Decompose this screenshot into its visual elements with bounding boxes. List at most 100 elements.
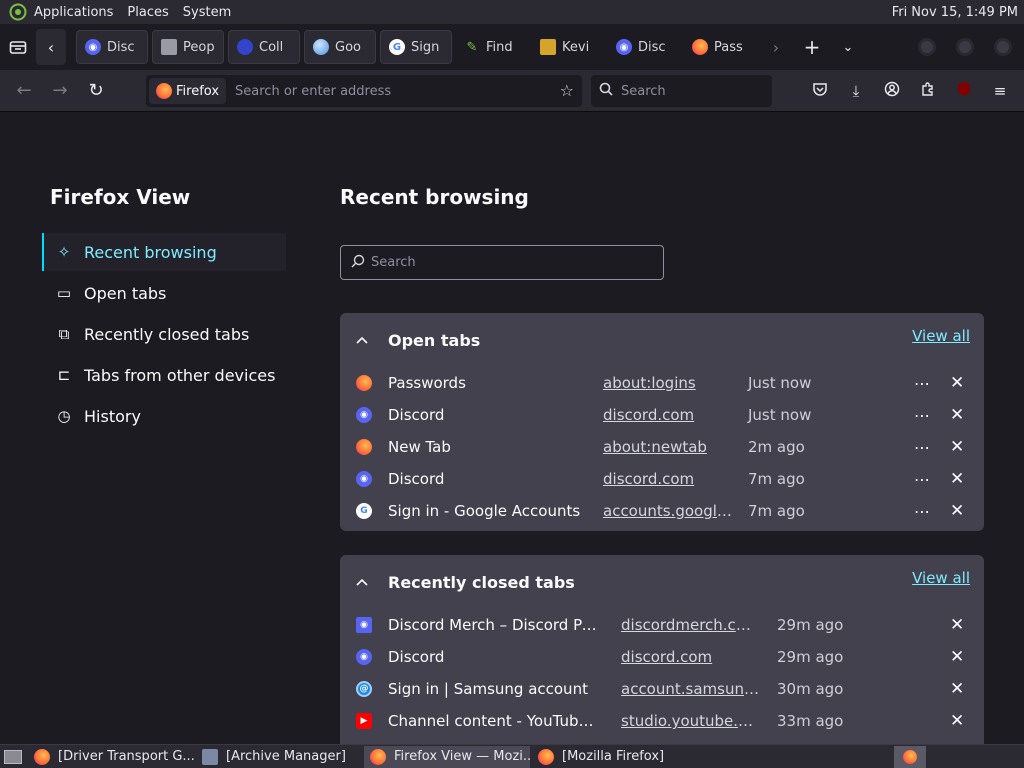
ublock-origin-button[interactable]	[946, 75, 982, 107]
forward-button[interactable]: →	[42, 75, 78, 107]
collapse-chevron-icon[interactable]	[356, 575, 372, 590]
close-icon[interactable]: ✕	[950, 615, 964, 635]
close-icon[interactable]: ✕	[950, 647, 964, 667]
row-url-link[interactable]: accounts.google.com	[603, 502, 735, 520]
more-options-icon[interactable]: ⋯	[914, 470, 931, 489]
close-icon[interactable]: ✕	[950, 373, 964, 393]
tab-row[interactable]: ◉ Discord discord.com Just now ⋯ ✕	[340, 399, 984, 431]
downloads-button[interactable]: ⤓	[838, 75, 874, 107]
pocket-button[interactable]	[802, 75, 838, 107]
bookmark-star-icon[interactable]: ☆	[560, 81, 574, 100]
google-icon: G	[356, 503, 372, 519]
close-icon[interactable]: ✕	[950, 679, 964, 699]
scroll-tabs-right-button[interactable]: ›	[758, 29, 794, 65]
app-menu-button[interactable]: ≡	[982, 75, 1018, 107]
taskbar-window-button[interactable]: [Mozilla Firefox]	[532, 746, 698, 768]
taskbar-window-button[interactable]: Firefox View — Mozi...	[364, 745, 530, 768]
maximize-window-button[interactable]	[956, 38, 974, 56]
system-menu[interactable]: System	[183, 5, 231, 20]
row-url-link[interactable]: account.samsung.com	[621, 680, 759, 698]
reload-button[interactable]: ↻	[78, 75, 114, 107]
search-icon	[351, 254, 365, 272]
row-title[interactable]: Discord	[388, 648, 602, 666]
row-title[interactable]: Sign in - Google Accounts	[388, 502, 602, 520]
row-url-link[interactable]: discordmerch.com	[621, 616, 759, 634]
extensions-button[interactable]	[910, 75, 946, 107]
browser-tab[interactable]: Kevi	[532, 30, 604, 64]
new-tab-button[interactable]: +	[794, 29, 830, 65]
taskbar-window-button[interactable]: [Archive Manager]	[196, 746, 362, 768]
identity-box[interactable]: Firefox	[149, 78, 227, 104]
account-icon	[884, 81, 900, 101]
row-title[interactable]: New Tab	[388, 438, 602, 456]
row-url-link[interactable]: discord.com	[603, 470, 735, 488]
show-desktop-button[interactable]	[0, 746, 26, 768]
open-tabs-view-all-link[interactable]: View all	[912, 327, 970, 345]
close-icon[interactable]: ✕	[950, 469, 964, 489]
workspace-switcher[interactable]	[894, 745, 926, 768]
row-title[interactable]: Discord	[388, 470, 602, 488]
row-title[interactable]: Discord Merch – Discord Powered	[388, 616, 602, 634]
recent-browsing-search-input[interactable]: Search	[340, 245, 664, 280]
recently-closed-view-all-link[interactable]: View all	[912, 569, 970, 587]
close-icon[interactable]: ✕	[950, 501, 964, 521]
tab-row[interactable]: ◉ Discord discord.com 29m ago ✕	[340, 641, 984, 673]
back-button[interactable]: ←	[6, 75, 42, 107]
firefox-view-button[interactable]	[0, 29, 36, 65]
browser-tab[interactable]: Pass	[684, 30, 756, 64]
account-button[interactable]	[874, 75, 910, 107]
sidebar-item-open-tabs[interactable]: ▭ Open tabs	[42, 274, 286, 312]
tab-row[interactable]: New Tab about:newtab 2m ago ⋯ ✕	[340, 431, 984, 463]
close-icon[interactable]: ✕	[950, 405, 964, 425]
tab-row[interactable]: ▶ Channel content - YouTube Studio studio.…	[340, 705, 984, 737]
more-options-icon[interactable]: ⋯	[914, 438, 931, 457]
browser-tab[interactable]: ◉ Disc	[608, 30, 680, 64]
tab-row[interactable]: G Sign in - Google Accounts accounts.googl…	[340, 495, 984, 527]
browser-tab[interactable]: Peop	[152, 30, 224, 64]
url-bar[interactable]: Firefox Search or enter address ☆	[146, 75, 582, 107]
scroll-tabs-left-button[interactable]: ‹	[36, 29, 66, 65]
row-title[interactable]: Sign in | Samsung account	[388, 680, 602, 698]
distro-logo-icon[interactable]	[8, 2, 28, 22]
close-icon[interactable]: ✕	[950, 711, 964, 731]
more-options-icon[interactable]: ⋯	[914, 502, 931, 521]
more-options-icon[interactable]: ⋯	[914, 374, 931, 393]
row-title[interactable]: Passwords	[388, 374, 602, 392]
sidebar-item-tabs-from-other-devices[interactable]: ⊏ Tabs from other devices	[42, 356, 286, 394]
applications-menu[interactable]: Applications	[34, 5, 113, 20]
close-icon[interactable]: ✕	[950, 437, 964, 457]
browser-tab[interactable]: Goo	[304, 30, 376, 64]
clock[interactable]: Fri Nov 15, 1:49 PM	[892, 5, 1018, 20]
row-url-link[interactable]: about:logins	[603, 374, 735, 392]
minimize-window-button[interactable]	[918, 38, 936, 56]
sidebar-item-recently-closed-tabs[interactable]: ⧉ Recently closed tabs	[42, 315, 286, 353]
pocket-icon	[812, 81, 828, 101]
tab-row[interactable]: ◉ Discord Merch – Discord Powered discordm…	[340, 609, 984, 641]
row-url-link[interactable]: studio.youtube.com	[621, 712, 759, 730]
taskbar-window-label: [Mozilla Firefox]	[562, 749, 665, 764]
open-tabs-card: Open tabs View all Passwords about:logins…	[340, 313, 984, 531]
taskbar-window-button[interactable]: [Driver Transport G...	[28, 746, 194, 768]
browser-tab[interactable]: ◉ Disc	[76, 30, 148, 64]
sidebar-item-history[interactable]: ◷ History	[42, 397, 286, 435]
browser-tab[interactable]: ✎ Find	[456, 30, 528, 64]
row-title[interactable]: Discord	[388, 406, 602, 424]
sidebar-item-recent-browsing[interactable]: ✧ Recent browsing	[42, 233, 286, 271]
tab-row[interactable]: Passwords about:logins Just now ⋯ ✕	[340, 367, 984, 399]
list-all-tabs-button[interactable]: ⌄	[830, 29, 866, 65]
close-window-button[interactable]	[994, 38, 1012, 56]
search-bar[interactable]: Search	[591, 75, 772, 107]
row-url-link[interactable]: discord.com	[621, 648, 759, 666]
row-title[interactable]: Channel content - YouTube Studio	[388, 712, 602, 730]
url-input[interactable]: Search or enter address	[235, 84, 391, 99]
firefox-icon	[370, 748, 386, 765]
more-options-icon[interactable]: ⋯	[914, 406, 931, 425]
row-url-link[interactable]: discord.com	[603, 406, 735, 424]
browser-tab[interactable]: Coll	[228, 30, 300, 64]
collapse-chevron-icon[interactable]	[356, 333, 372, 348]
tab-row[interactable]: ◉ Discord discord.com 7m ago ⋯ ✕	[340, 463, 984, 495]
places-menu[interactable]: Places	[127, 5, 168, 20]
tab-row[interactable]: @ Sign in | Samsung account account.samsun…	[340, 673, 984, 705]
browser-tab[interactable]: G Sign	[380, 30, 452, 64]
row-url-link[interactable]: about:newtab	[603, 438, 735, 456]
